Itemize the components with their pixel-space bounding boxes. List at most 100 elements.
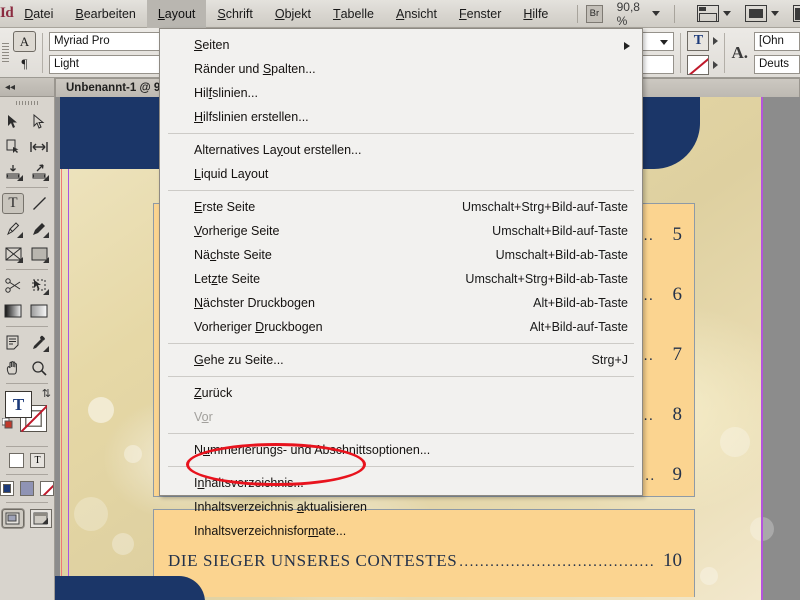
menuitem-naechster-druckbogen[interactable]: Nächster Druckbogen Alt+Bild-ab-Taste [160, 291, 642, 315]
swap-fill-stroke-icon[interactable]: ⇅ [42, 387, 51, 400]
menuitem-inhaltsverzeichnisformate[interactable]: Inhaltsverzeichnisformate... [160, 519, 642, 543]
tool-corner-icon [43, 289, 49, 295]
frame-tool[interactable] [0, 241, 26, 266]
chevron-down-icon[interactable] [660, 39, 669, 45]
gradient-feather-tool[interactable] [26, 298, 52, 323]
menuitem-label: Liquid Layout [194, 167, 269, 181]
toc-entry-page: 6 [672, 284, 683, 305]
menuitem-zurueck[interactable]: Zurück [160, 381, 642, 405]
fill-color-box[interactable]: T [5, 391, 32, 418]
menu-objekt[interactable]: Objekt [264, 0, 322, 28]
menuitem-erste-seite[interactable]: Erste Seite Umschalt+Strg+Bild-auf-Taste [160, 195, 642, 219]
character-formatting-button[interactable]: A [13, 31, 36, 52]
menuitem-inhaltsverzeichnis-aktualisieren[interactable]: Inhaltsverzeichnis aktualisieren [160, 495, 642, 519]
expand-arrow-icon[interactable] [713, 60, 719, 69]
type-tool[interactable]: T [0, 191, 26, 216]
page-right-guide [761, 97, 763, 600]
menuitem-hilfslinien[interactable]: Hilfslinien... [160, 81, 642, 105]
formatting-affects-text-button[interactable]: T [30, 453, 45, 468]
tool-corner-icon [43, 175, 49, 181]
direct-selection-tool[interactable] [26, 109, 52, 134]
menu-bearbeiten[interactable]: Bearbeiten [64, 0, 146, 28]
normal-view-mode-button[interactable] [2, 509, 24, 528]
menu-fenster[interactable]: Fenster [448, 0, 512, 28]
gap-tool[interactable] [26, 134, 52, 159]
formatting-mode-toggle: A ¶ [13, 31, 36, 74]
panel-grip[interactable] [2, 36, 11, 70]
menuitem-label: Alternatives Layout erstellen... [194, 143, 362, 157]
menuitem-vorheriger-druckbogen[interactable]: Vorheriger Druckbogen Alt+Bild-auf-Taste [160, 315, 642, 339]
chevron-down-icon[interactable] [722, 11, 731, 16]
fill-color-swatch[interactable]: T [687, 30, 710, 51]
menuitem-vorherige-seite[interactable]: Vorherige Seite Umschalt+Bild-auf-Taste [160, 219, 642, 243]
menubar-right-cluster: Br 90,8 % [569, 0, 800, 28]
menu-ansicht[interactable]: Ansicht [385, 0, 448, 28]
menuitem-shortcut: Umschalt+Strg+Bild-ab-Taste [465, 272, 628, 286]
tools-panel-grip[interactable] [0, 97, 54, 109]
workspace-switcher-button[interactable] [792, 5, 800, 22]
pencil-tool[interactable] [26, 216, 52, 241]
screen-mode-button[interactable] [696, 5, 731, 22]
menuitem-nummerierungs-und-abschnittsoptionen[interactable]: Nummerierungs- und Abschnittsoptionen... [160, 438, 642, 462]
menuitem-liquid-layout[interactable]: Liquid Layout [160, 162, 642, 186]
menu-tabelle[interactable]: Tabelle [322, 0, 385, 28]
menuitem-raender-und-spalten[interactable]: Ränder und Spalten... [160, 57, 642, 81]
divider [6, 383, 48, 384]
menuitem-gehe-zu-seite[interactable]: Gehe zu Seite... Strg+J [160, 348, 642, 372]
rectangle-tool[interactable] [26, 241, 52, 266]
menuitem-label: Gehe zu Seite... [194, 353, 284, 367]
zoom-level-value[interactable]: 90,8 % [617, 0, 645, 28]
chevron-right-icon [624, 41, 630, 50]
menuitem-hilfslinien-erstellen[interactable]: Hilfslinien erstellen... [160, 105, 642, 129]
selection-tool[interactable] [0, 109, 26, 134]
preview-view-mode-button[interactable] [30, 509, 52, 528]
zoom-tool[interactable] [26, 355, 52, 380]
divider [42, 32, 43, 73]
menuitem-label: Ränder und Spalten... [194, 62, 316, 76]
tab-scroll-control[interactable]: ◂◂ [0, 78, 55, 97]
menuitem-letzte-seite[interactable]: Letzte Seite Umschalt+Strg+Bild-ab-Taste [160, 267, 642, 291]
chevron-down-icon[interactable] [651, 11, 660, 16]
content-collector-tool[interactable] [0, 159, 26, 184]
view-options-button[interactable] [744, 5, 779, 22]
menuitem-alternatives-layout-erstellen[interactable]: Alternatives Layout erstellen... [160, 138, 642, 162]
paragraph-formatting-button[interactable]: ¶ [13, 53, 36, 74]
formatting-affects-container-button[interactable] [9, 453, 24, 468]
expand-arrow-icon[interactable] [713, 36, 719, 45]
menu-schrift[interactable]: Schrift [206, 0, 263, 28]
menuitem-label: Vor [194, 410, 213, 424]
toc-entry-page: 5 [672, 224, 683, 245]
toc-entry: DIE SIEGER UNSERES CONTESTES ...........… [168, 550, 682, 572]
apply-color-button[interactable] [0, 481, 14, 496]
chevron-down-icon[interactable] [770, 11, 779, 16]
pen-tool[interactable] [0, 216, 26, 241]
character-style-input[interactable]: [Ohn [754, 31, 800, 51]
language-input[interactable]: Deuts [754, 54, 800, 74]
default-fill-stroke-icon[interactable] [1, 417, 14, 429]
layout-dropdown-menu[interactable]: Seiten Ränder und Spalten... Hilfslinien… [159, 28, 643, 538]
eyedropper-tool[interactable] [26, 330, 52, 355]
menuitem-seiten[interactable]: Seiten [160, 33, 642, 57]
content-placer-tool[interactable] [26, 159, 52, 184]
note-tool[interactable] [0, 330, 26, 355]
menuitem-naechste-seite[interactable]: Nächste Seite Umschalt+Bild-ab-Taste [160, 243, 642, 267]
stroke-color-swatch[interactable] [687, 54, 710, 75]
scissors-tool[interactable] [0, 273, 26, 298]
color-swatches: T [687, 30, 719, 75]
menuitem-label: Nächste Seite [194, 248, 272, 262]
column-guide [68, 97, 69, 600]
apply-gradient-button[interactable] [20, 481, 34, 496]
free-transform-tool[interactable] [26, 273, 52, 298]
menuitem-inhaltsverzeichnis[interactable]: Inhaltsverzeichnis... [160, 471, 642, 495]
divider [724, 32, 726, 73]
menu-hilfe[interactable]: Hilfe [512, 0, 559, 28]
divider [673, 4, 675, 23]
gradient-swatch-tool[interactable] [0, 298, 26, 323]
page-tool[interactable] [0, 134, 26, 159]
menu-layout[interactable]: Layout [146, 0, 207, 28]
bridge-button[interactable]: Br [586, 4, 603, 23]
hand-tool[interactable] [0, 355, 26, 380]
apply-none-button[interactable] [40, 481, 54, 496]
line-tool[interactable] [26, 191, 52, 216]
menu-datei[interactable]: Datei [13, 0, 64, 28]
